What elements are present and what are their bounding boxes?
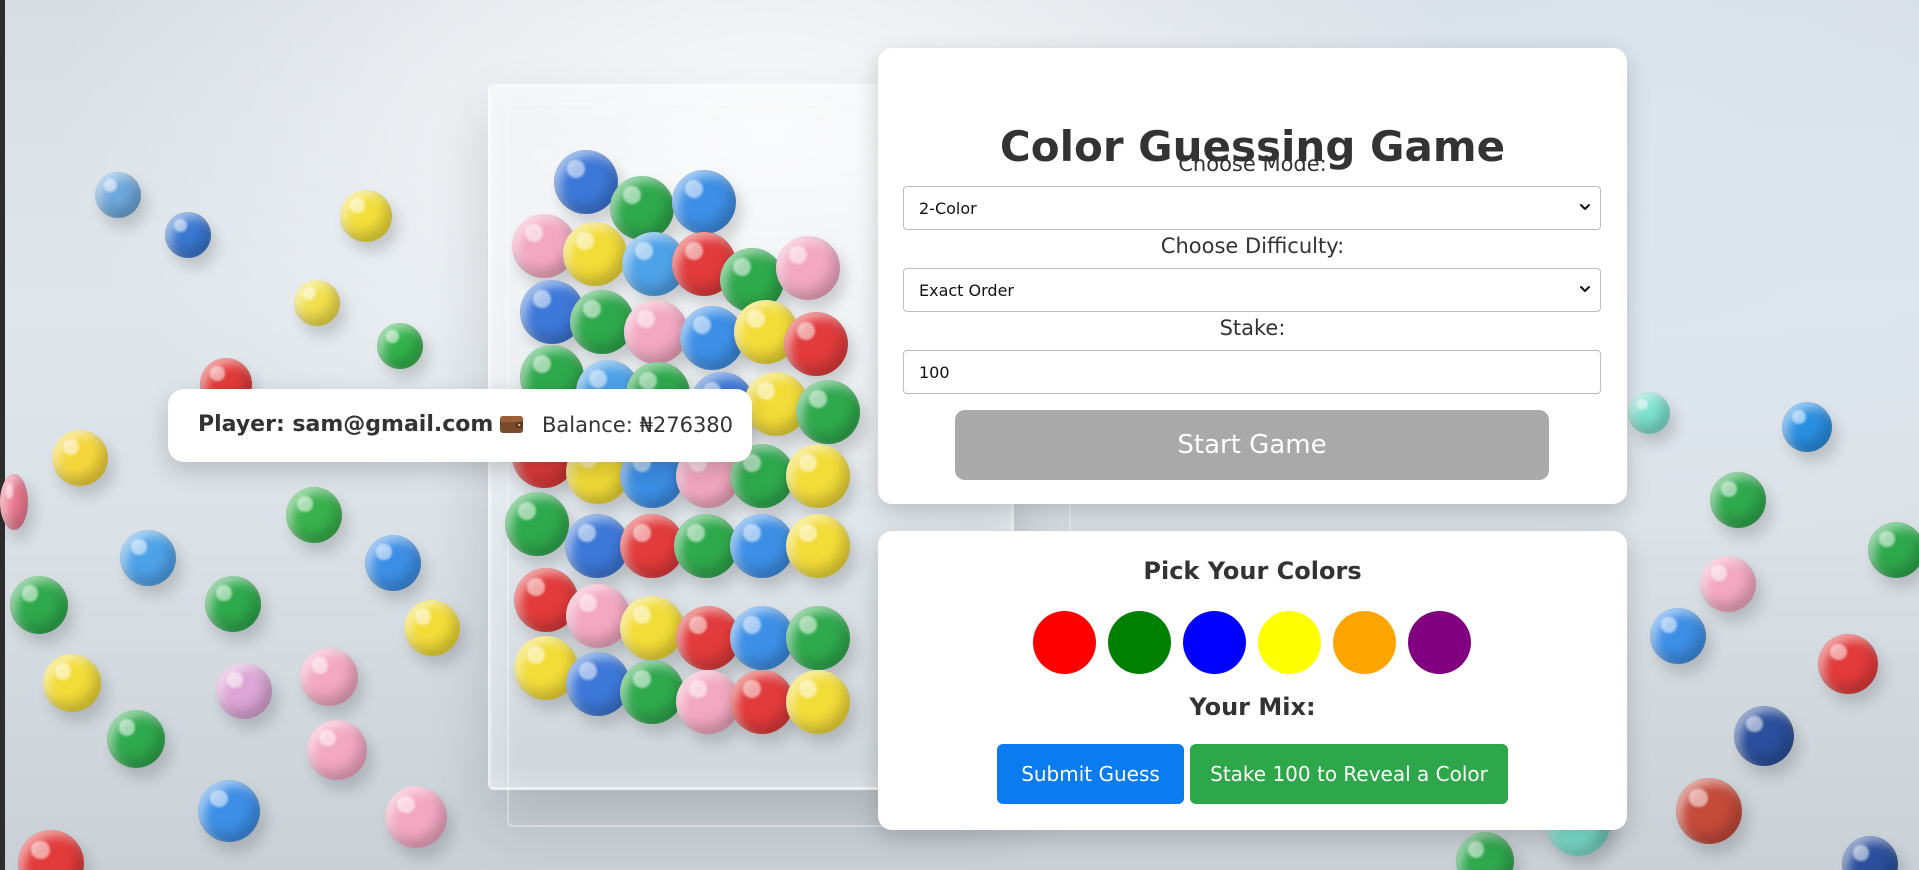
marble: [404, 600, 460, 656]
marble: [1818, 634, 1878, 694]
marble: [730, 606, 794, 670]
player-info-card: Player: sam@gmail.com Balance: ₦276380: [168, 389, 752, 462]
marble: [672, 170, 736, 234]
marble: [1456, 832, 1514, 870]
chevron-down-icon: [1580, 284, 1590, 294]
color-swatch-yellow[interactable]: [1258, 611, 1321, 674]
marble: [120, 530, 176, 586]
color-swatch-green[interactable]: [1108, 611, 1171, 674]
player-label: Player: sam@gmail.com: [198, 412, 494, 437]
marble: [0, 474, 28, 530]
marble: [1842, 836, 1898, 870]
marble: [554, 150, 618, 214]
marble: [786, 670, 850, 734]
marble: [786, 444, 850, 508]
marble: [610, 176, 674, 240]
marble: [307, 720, 367, 780]
wallet-icon: [499, 414, 524, 435]
start-game-button[interactable]: Start Game: [955, 410, 1549, 480]
marble: [205, 576, 261, 632]
marble: [198, 780, 260, 842]
stake-label: Stake:: [1219, 316, 1286, 340]
color-swatch-orange[interactable]: [1333, 611, 1396, 674]
marble: [674, 514, 738, 578]
balance-text: Balance: ₦276380: [542, 413, 734, 437]
marble: [95, 172, 141, 218]
marble: [566, 584, 630, 648]
marble: [620, 660, 684, 724]
difficulty-select-value: Exact Order: [919, 281, 1015, 300]
marble: [1710, 472, 1766, 528]
marble: [1734, 706, 1794, 766]
marble: [776, 236, 840, 300]
color-swatches: [1033, 611, 1483, 674]
color-swatch-red[interactable]: [1033, 611, 1096, 674]
marble: [294, 280, 340, 326]
marble: [165, 212, 211, 258]
pick-colors-card: Pick Your Colors Your Mix: Submit Guess …: [878, 531, 1627, 830]
marble: [18, 830, 84, 870]
marble: [620, 596, 684, 660]
mode-select-value: 2-Color: [919, 199, 977, 218]
marble: [784, 312, 848, 376]
color-swatch-blue[interactable]: [1183, 611, 1246, 674]
marble: [385, 786, 447, 848]
marble: [365, 535, 421, 591]
mode-select[interactable]: 2-Color: [903, 186, 1601, 230]
pick-colors-title: Pick Your Colors: [1143, 557, 1362, 585]
marble: [730, 670, 794, 734]
marble: [340, 190, 392, 242]
marble: [377, 323, 423, 369]
stake-input[interactable]: [903, 350, 1601, 394]
marble: [43, 654, 101, 712]
marble: [1676, 778, 1742, 844]
mode-label: Choose Mode:: [1178, 152, 1327, 176]
marble: [505, 492, 569, 556]
chevron-down-icon: [1580, 202, 1590, 212]
marble: [216, 663, 272, 719]
marble: [730, 514, 794, 578]
marble: [786, 514, 850, 578]
color-swatch-purple[interactable]: [1408, 611, 1471, 674]
submit-guess-button[interactable]: Submit Guess: [997, 744, 1184, 804]
marble: [563, 222, 627, 286]
marble: [786, 606, 850, 670]
marble: [300, 648, 358, 706]
marble: [1782, 402, 1832, 452]
window-edge: [0, 0, 5, 870]
marble: [286, 487, 342, 543]
marble: [52, 430, 108, 486]
marble: [107, 710, 165, 768]
reveal-color-button[interactable]: Stake 100 to Reveal a Color: [1190, 744, 1508, 804]
marble: [1700, 556, 1756, 612]
game-setup-card: Color Guessing Game Choose Mode: 2-Color…: [878, 48, 1627, 504]
your-mix-title: Your Mix:: [1189, 693, 1316, 721]
marble: [796, 380, 860, 444]
marble: [624, 300, 688, 364]
difficulty-label: Choose Difficulty:: [1160, 234, 1345, 258]
marble: [1650, 608, 1706, 664]
marble: [1868, 522, 1919, 578]
marble: [1628, 392, 1670, 434]
marble: [10, 576, 68, 634]
difficulty-select[interactable]: Exact Order: [903, 268, 1601, 312]
